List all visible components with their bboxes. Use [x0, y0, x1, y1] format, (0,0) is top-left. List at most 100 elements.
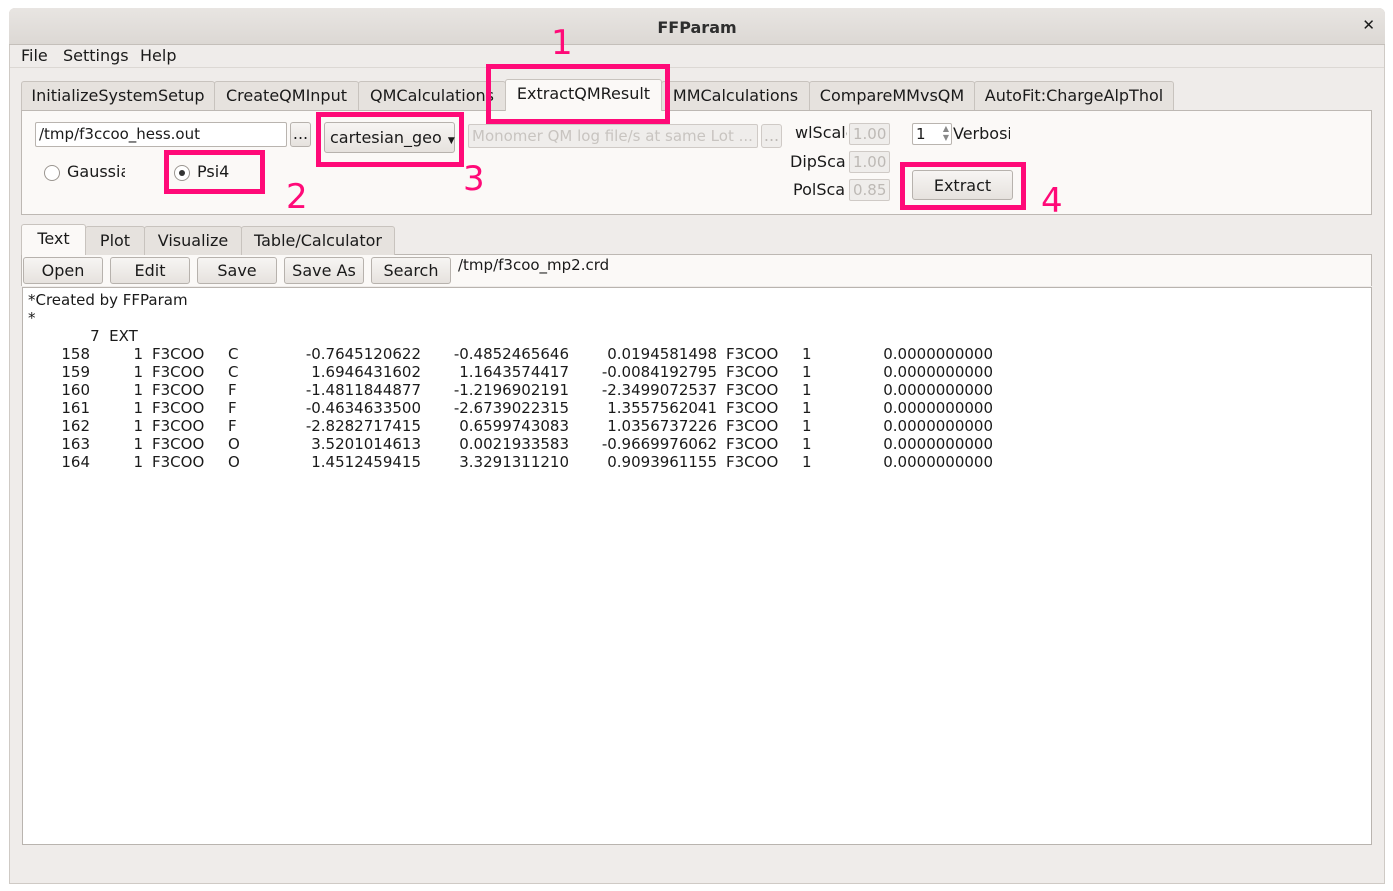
close-icon[interactable]: ✕: [1362, 16, 1375, 34]
menu-help[interactable]: Help: [140, 46, 176, 65]
tab-compare-mm-vs-qm[interactable]: CompareMMvsQM: [809, 81, 975, 110]
edit-button[interactable]: Edit: [110, 257, 190, 284]
y-coord: -2.6739022315: [453, 399, 569, 417]
editor-header-line: 7 EXT: [71, 327, 138, 345]
segment-id: F3COO: [726, 381, 779, 399]
tab-create-qm-input[interactable]: CreateQMInput: [214, 81, 359, 110]
x-coord: -0.7645120622: [305, 345, 421, 363]
spin-arrows-icon[interactable]: ▲ ▼: [943, 124, 949, 142]
monomer-browse-button[interactable]: ...: [761, 124, 782, 148]
x-coord: -2.8282717415: [305, 417, 421, 435]
polscale-input[interactable]: 0.85: [849, 179, 890, 201]
residue-name: F3COO: [152, 363, 205, 381]
z-coord: 0.9093961155: [607, 453, 717, 471]
open-button[interactable]: Open: [23, 257, 103, 284]
z-coord: -2.3499072537: [601, 381, 717, 399]
y-coord: 1.1643574417: [459, 363, 569, 381]
text-editor[interactable]: *Created by FFParam * 7 EXT 158 1 F3COO C -0…: [22, 287, 1372, 845]
x-coord: -0.4634633500: [305, 399, 421, 417]
segment-id: F3COO: [726, 345, 779, 363]
x-coord: 1.4512459415: [311, 453, 421, 471]
z-coord: 0.0194581498: [607, 345, 717, 363]
weight: 0.0000000000: [883, 417, 993, 435]
menu-file[interactable]: File: [21, 46, 48, 65]
annotation-number-3: 3: [463, 159, 485, 199]
save-button[interactable]: Save: [197, 257, 277, 284]
atom-id: 164: [61, 453, 90, 471]
coordinate-row: 160 1 F3COO F -1.4811844877 -1.2196902191 -2.3…: [23, 381, 1023, 399]
weight: 0.0000000000: [883, 435, 993, 453]
atom-id: 158: [61, 345, 90, 363]
tab-mm-calculations[interactable]: MMCalculations: [661, 81, 810, 110]
segment-id: F3COO: [726, 399, 779, 417]
annotation-number-1: 1: [551, 23, 573, 63]
atom-type: C: [228, 345, 239, 363]
save-as-button[interactable]: Save As: [284, 257, 364, 284]
gaussian-radio-label[interactable]: Gaussia: [67, 162, 125, 181]
tab-qm-calculations[interactable]: QMCalculations: [358, 81, 506, 110]
weight: 0.0000000000: [883, 363, 993, 381]
resid-number: 1: [133, 345, 143, 363]
search-button[interactable]: Search: [371, 257, 451, 284]
tab-initialize-system-setup[interactable]: InitializeSystemSetup: [21, 81, 215, 110]
tab-text[interactable]: Text: [21, 224, 86, 255]
tab-autofit[interactable]: AutoFit:ChargeAlpThol: [974, 81, 1174, 110]
tab-plot[interactable]: Plot: [85, 226, 145, 255]
annotation-box-4: [900, 162, 1026, 210]
atom-id: 160: [61, 381, 90, 399]
residue-name: F3COO: [152, 399, 205, 417]
editor-header-line: *: [28, 309, 36, 327]
resid-number: 1: [133, 381, 143, 399]
atom-type: F: [228, 399, 237, 417]
menu-settings[interactable]: Settings: [63, 46, 129, 65]
segment-id: F3COO: [726, 453, 779, 471]
y-coord: 3.3291311210: [459, 453, 569, 471]
polscale-label: PolScal: [793, 180, 844, 199]
atom-type: F: [228, 417, 237, 435]
weight: 0.0000000000: [883, 381, 993, 399]
qm-output-file-input[interactable]: /tmp/f3ccoo_hess.out: [35, 122, 287, 147]
segment-id: F3COO: [726, 435, 779, 453]
y-coord: 0.0021933583: [459, 435, 569, 453]
resid-number: 1: [133, 435, 143, 453]
residue-id: 1: [802, 453, 812, 471]
coordinate-row: 159 1 F3COO C 1.6946431602 1.1643574417 -0.008…: [23, 363, 1023, 381]
menu-bar: File Settings Help: [10, 45, 1384, 68]
gaussian-radio[interactable]: [44, 165, 60, 181]
tab-visualize[interactable]: Visualize: [144, 226, 242, 255]
tab-table-calculator[interactable]: Table/Calculator: [241, 226, 395, 255]
resid-number: 1: [133, 417, 143, 435]
dipscale-input[interactable]: 1.00: [849, 151, 890, 173]
annotation-box-2: [164, 150, 265, 194]
weight: 0.0000000000: [883, 399, 993, 417]
atom-type: F: [228, 381, 237, 399]
browse-file-button[interactable]: ...: [290, 122, 311, 147]
residue-name: F3COO: [152, 453, 205, 471]
resid-number: 1: [133, 399, 143, 417]
current-file-label: /tmp/f3coo_mp2.crd: [458, 256, 610, 274]
resid-number: 1: [133, 453, 143, 471]
window-title: FFParam: [657, 18, 737, 37]
coordinate-row: 161 1 F3COO F -0.4634633500 -2.6739022315 1.35…: [23, 399, 1023, 417]
y-coord: -1.2196902191: [453, 381, 569, 399]
verbosity-value: 1: [916, 125, 926, 143]
wlscale-input[interactable]: 1.00: [849, 123, 890, 145]
verbosity-spinbox[interactable]: 1 ▲ ▼: [912, 123, 952, 145]
atom-id: 162: [61, 417, 90, 435]
residue-name: F3COO: [152, 345, 205, 363]
residue-id: 1: [802, 363, 812, 381]
title-bar: FFParam: [9, 8, 1385, 45]
residue-name: F3COO: [152, 381, 205, 399]
residue-id: 1: [802, 435, 812, 453]
residue-id: 1: [802, 417, 812, 435]
z-coord: 1.3557562041: [607, 399, 717, 417]
atom-type: O: [228, 453, 240, 471]
residue-id: 1: [802, 399, 812, 417]
residue-name: F3COO: [152, 417, 205, 435]
verbosity-label: Verbosi: [953, 124, 1010, 143]
weight: 0.0000000000: [883, 345, 993, 363]
annotation-box-3: [316, 112, 464, 167]
monomer-log-input[interactable]: Monomer QM log file/s at same Lot ...: [468, 124, 758, 148]
y-coord: -0.4852465646: [453, 345, 569, 363]
segment-id: F3COO: [726, 363, 779, 381]
